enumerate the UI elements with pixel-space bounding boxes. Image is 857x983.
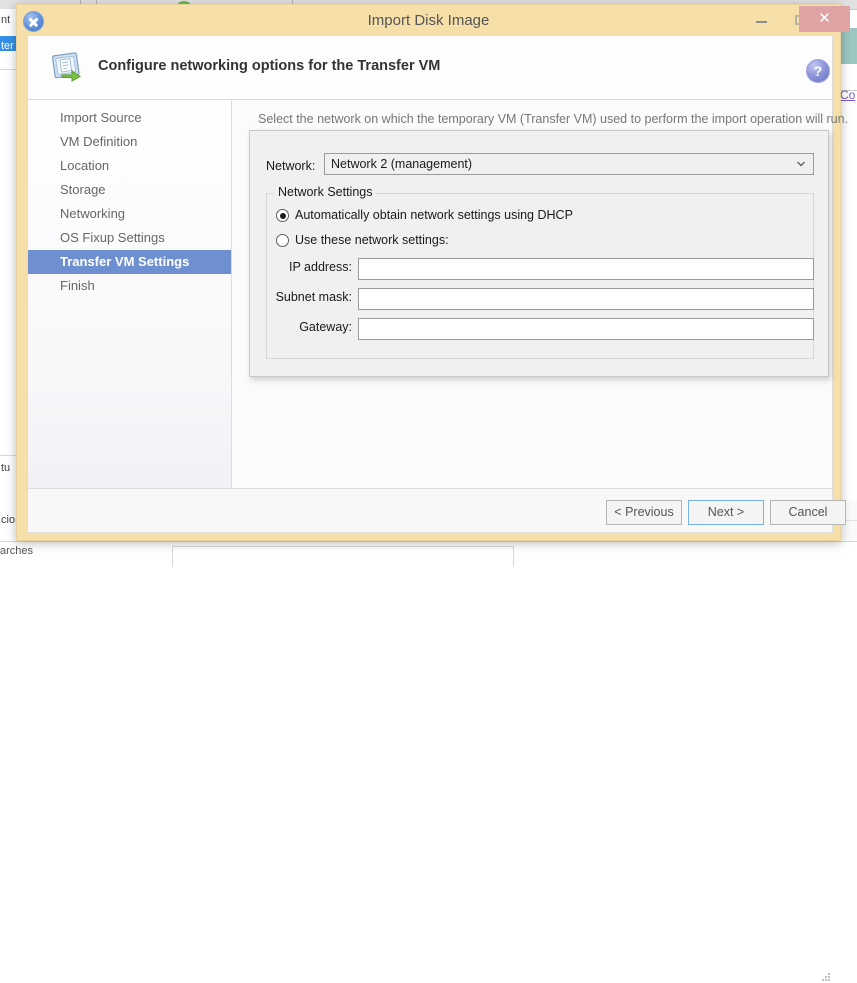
- subnet-mask-row: Subnet mask:: [358, 288, 814, 310]
- sidebar-item-finish[interactable]: Finish: [28, 274, 231, 298]
- dialog-titlebar[interactable]: Import Disk Image ✕: [17, 5, 840, 37]
- sidebar-item-import-source[interactable]: Import Source: [28, 106, 231, 130]
- background-left-text-lower-2: cio: [1, 514, 15, 526]
- subnet-mask-input[interactable]: [358, 288, 814, 310]
- background-left-text-lower-1: tu: [1, 462, 10, 474]
- sidebar-item-vm-definition[interactable]: VM Definition: [28, 130, 231, 154]
- dialog-header: Configure networking options for the Tra…: [28, 36, 832, 100]
- background-link[interactable]: Co: [840, 88, 855, 102]
- sidebar-item-os-fixup-settings[interactable]: OS Fixup Settings: [28, 226, 231, 250]
- background-bottom-text: arches: [0, 545, 33, 557]
- network-dropdown-value: Network 2 (management): [331, 157, 472, 171]
- cancel-button[interactable]: Cancel: [770, 500, 846, 525]
- close-button[interactable]: ✕: [799, 6, 850, 32]
- radio-manual[interactable]: [276, 234, 289, 247]
- dialog-footer: < Previous Next > Cancel: [28, 488, 832, 532]
- dialog-title: Import Disk Image: [17, 5, 840, 37]
- sidebar-item-networking[interactable]: Networking: [28, 202, 231, 226]
- sidebar-item-transfer-vm-settings[interactable]: Transfer VM Settings: [28, 250, 231, 274]
- page-description: Select the network on which the temporar…: [258, 112, 848, 126]
- previous-button[interactable]: < Previous: [606, 500, 682, 525]
- sidebar-item-location[interactable]: Location: [28, 154, 231, 178]
- import-disk-image-dialog: Import Disk Image ✕: [16, 4, 841, 541]
- sidebar-item-storage[interactable]: Storage: [28, 178, 231, 202]
- radio-dhcp[interactable]: [276, 209, 289, 222]
- network-dropdown[interactable]: Network 2 (management): [324, 153, 814, 175]
- gateway-row: Gateway:: [358, 318, 814, 340]
- chevron-down-icon: [797, 160, 805, 168]
- gateway-input[interactable]: [358, 318, 814, 340]
- resize-grip[interactable]: [821, 973, 831, 983]
- ip-address-row: IP address:: [358, 258, 814, 280]
- dialog-body: Configure networking options for the Tra…: [27, 35, 833, 533]
- minimize-icon: [756, 21, 767, 23]
- background-left-text-top: nt: [1, 14, 10, 26]
- next-button[interactable]: Next >: [688, 500, 764, 525]
- minimize-button[interactable]: [739, 7, 783, 31]
- network-label: Network:: [266, 159, 315, 173]
- gateway-label: Gateway:: [299, 320, 352, 334]
- radio-dhcp-label: Automatically obtain network settings us…: [295, 207, 573, 224]
- ip-address-label: IP address:: [289, 260, 352, 274]
- wizard-step-sidebar: Import Source VM Definition Location Sto…: [28, 100, 232, 488]
- radio-manual-label: Use these network settings:: [295, 232, 449, 249]
- subnet-mask-label: Subnet mask:: [276, 290, 352, 304]
- wizard-content-area: Select the network on which the temporar…: [232, 100, 832, 488]
- page-title: Configure networking options for the Tra…: [98, 58, 440, 74]
- background-bottom-box: [172, 546, 514, 567]
- network-settings-panel: Network: Network 2 (management) Network …: [249, 130, 829, 377]
- ip-address-input[interactable]: [358, 258, 814, 280]
- groupbox-title: Network Settings: [274, 185, 376, 199]
- help-button[interactable]: ?: [806, 59, 830, 83]
- import-disk-image-icon: [50, 51, 86, 85]
- background-left-selected-label: ter: [0, 40, 14, 52]
